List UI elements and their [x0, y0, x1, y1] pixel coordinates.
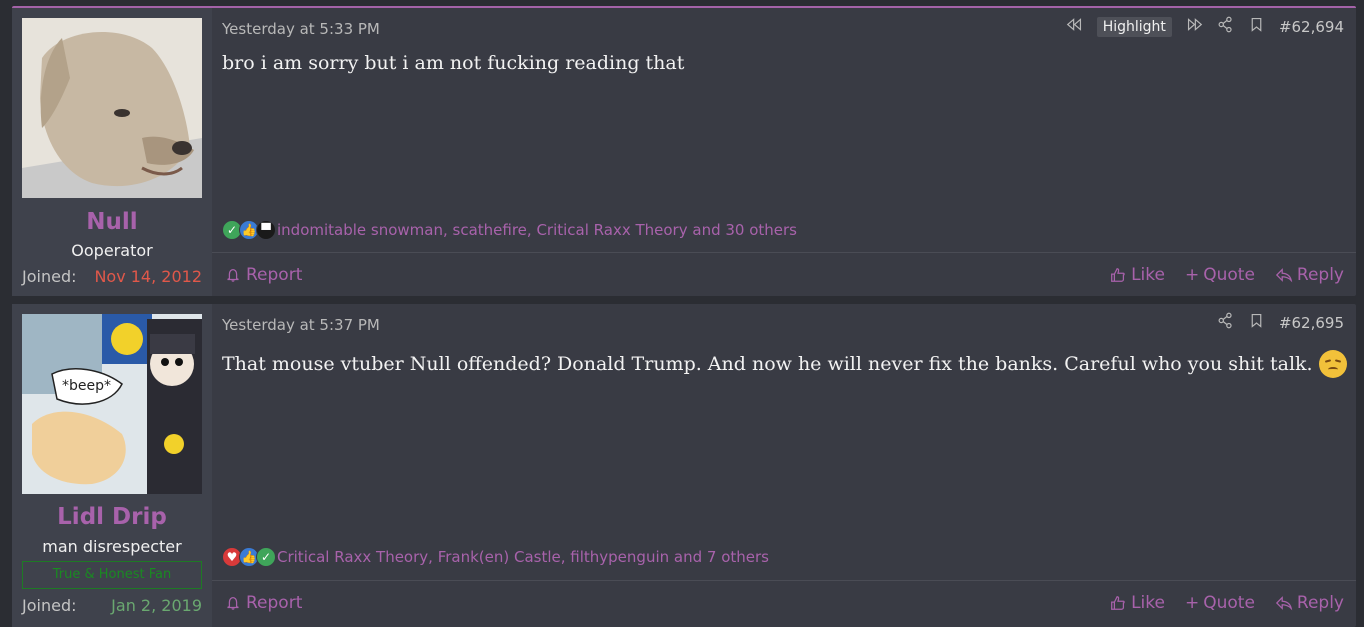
bookmark-icon[interactable]	[1248, 16, 1265, 37]
thumbs-up-icon	[1111, 595, 1125, 610]
joined-date: Jan 2, 2019	[111, 596, 202, 615]
fast-forward-icon[interactable]	[1186, 16, 1203, 37]
rewind-icon[interactable]	[1066, 16, 1083, 37]
report-label: Report	[246, 592, 303, 613]
post-main: Yesterday at 5:37 PM #62,695 That mouse …	[212, 304, 1356, 627]
post-body-text: That mouse vtuber Null offended? Donald …	[222, 353, 1313, 375]
like-label: Like	[1131, 592, 1165, 613]
post-body: bro i am sorry but i am not fucking read…	[222, 52, 685, 74]
avatar[interactable]: *beep*	[22, 314, 202, 494]
check-icon: ✓	[256, 547, 276, 567]
post-footer: Report Like + Quote Reply	[212, 252, 1356, 296]
reactions-list[interactable]: indomitable snowman, scathefire, Critica…	[277, 221, 797, 239]
bell-icon	[227, 596, 239, 610]
quote-label: Quote	[1203, 264, 1255, 285]
joined-date: Nov 14, 2012	[94, 267, 202, 286]
bookmark-icon[interactable]	[1248, 312, 1265, 333]
user-banner: True & Honest Fan	[22, 561, 202, 589]
thumbs-up-icon	[1111, 267, 1125, 282]
post-timestamp[interactable]: Yesterday at 5:37 PM	[222, 316, 380, 334]
tophat-icon: ▀	[256, 220, 276, 240]
username[interactable]: Null	[12, 209, 212, 235]
reply-label: Reply	[1296, 592, 1344, 613]
user-cell: *beep* Lidl Drip man disrespecter True &…	[12, 304, 212, 627]
bell-icon	[227, 268, 239, 282]
share-icon[interactable]	[1217, 16, 1234, 37]
plus-icon: +	[1184, 592, 1200, 613]
post-main: Yesterday at 5:33 PM Highlight #62,694 b…	[212, 8, 1356, 296]
reply-icon	[1275, 595, 1293, 610]
user-title: Ooperator	[71, 241, 153, 260]
post-number[interactable]: #62,694	[1279, 18, 1344, 36]
quote-button[interactable]: + Quote	[1185, 593, 1255, 613]
user-title: man disrespecter	[42, 537, 182, 556]
like-button[interactable]: Like	[1109, 265, 1165, 285]
report-button[interactable]: Report	[224, 265, 302, 285]
post-timestamp[interactable]: Yesterday at 5:33 PM	[222, 20, 380, 38]
reply-label: Reply	[1296, 264, 1344, 285]
username[interactable]: Lidl Drip	[12, 504, 212, 530]
joined-label: Joined:	[22, 267, 77, 286]
quote-label: Quote	[1203, 592, 1255, 613]
post-actions: #62,695	[1217, 312, 1344, 333]
avatar-beep-text: *beep*	[62, 378, 111, 394]
reactions-list[interactable]: Critical Raxx Theory, Frank(en) Castle, …	[277, 548, 769, 566]
like-label: Like	[1131, 264, 1165, 285]
plus-icon: +	[1184, 264, 1200, 285]
post: Null Ooperator Joined: Nov 14, 2012 Yest…	[12, 6, 1356, 296]
avatar[interactable]	[22, 18, 202, 198]
post-actions: Highlight #62,694	[1066, 16, 1344, 37]
like-button[interactable]: Like	[1109, 593, 1165, 613]
post-body: That mouse vtuber Null offended? Donald …	[222, 350, 1347, 378]
post: *beep* Lidl Drip man disrespecter True &…	[12, 304, 1356, 627]
quote-button[interactable]: + Quote	[1185, 265, 1255, 285]
report-button[interactable]: Report	[224, 593, 302, 613]
highlight-button[interactable]: Highlight	[1096, 16, 1172, 37]
post-footer: Report Like + Quote Reply	[212, 580, 1356, 624]
joined-label: Joined:	[22, 596, 77, 615]
post-number[interactable]: #62,695	[1279, 314, 1344, 332]
pensive-emoji-icon	[1318, 350, 1347, 378]
reactions-bar[interactable]: ✓ 👍 ▀ indomitable snowman, scathefire, C…	[222, 220, 797, 240]
report-label: Report	[246, 264, 303, 285]
reactions-bar[interactable]: ♥ 👍 ✓ Critical Raxx Theory, Frank(en) Ca…	[222, 547, 769, 567]
reply-button[interactable]: Reply	[1275, 593, 1344, 613]
share-icon[interactable]	[1217, 312, 1234, 333]
user-cell: Null Ooperator Joined: Nov 14, 2012	[12, 8, 212, 296]
reply-button[interactable]: Reply	[1275, 265, 1344, 285]
reply-icon	[1275, 267, 1293, 282]
